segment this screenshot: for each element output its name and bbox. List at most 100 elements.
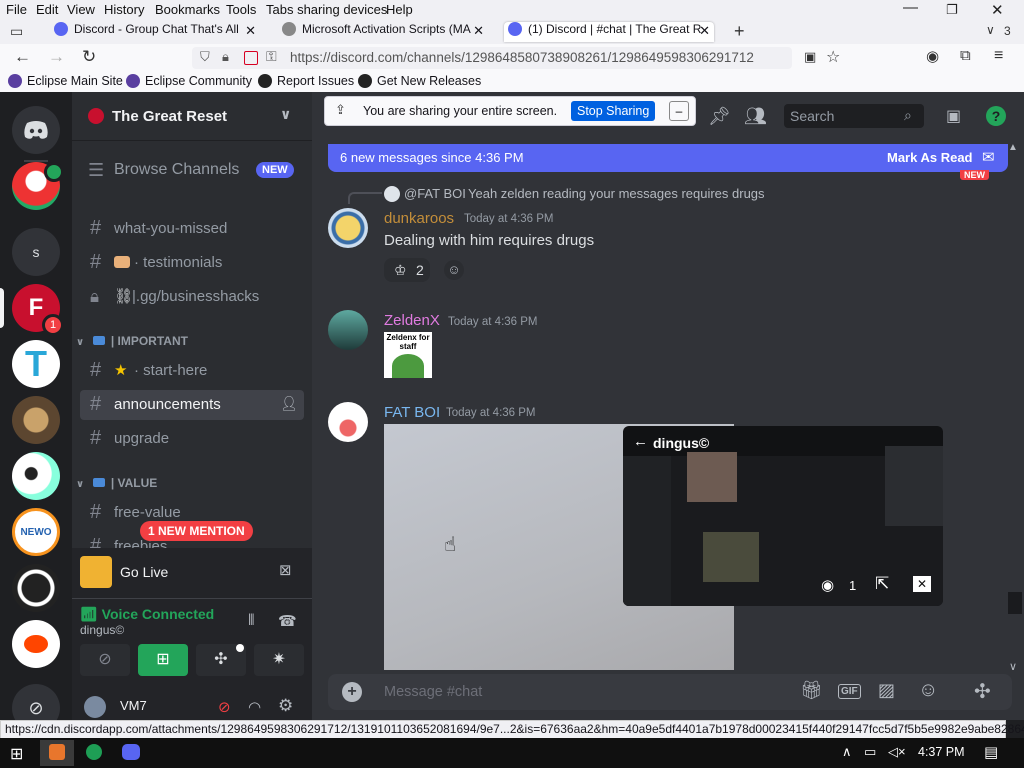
discord-app-icon[interactable] <box>122 744 140 760</box>
reader-view-icon[interactable]: ▣ <box>804 49 816 65</box>
tab-close-icon[interactable]: ✕ <box>699 23 710 39</box>
disconnect-icon[interactable]: ☎ <box>278 612 297 630</box>
close-window-icon[interactable]: ✕ <box>991 1 1004 19</box>
back-icon[interactable]: ← <box>14 47 31 67</box>
channel-businesshacks[interactable]: 🔒︎ ⛓ |.gg/businesshacks <box>80 282 304 312</box>
tray-chevron-icon[interactable]: ∧ <box>842 744 852 760</box>
inbox-icon[interactable]: ▣ <box>946 106 961 126</box>
pin-icon[interactable]: 📌︎ <box>708 106 731 127</box>
screen-share-active-button[interactable]: ⊞ <box>138 644 188 676</box>
stop-sharing-button[interactable]: Stop Sharing <box>571 101 656 121</box>
help-icon[interactable]: ? <box>986 106 1006 126</box>
new-mention-pill[interactable]: 1 NEW MENTION <box>140 521 253 541</box>
hide-banner-button[interactable]: – <box>669 101 689 121</box>
tab-overflow-chevron-icon[interactable]: ∨ <box>986 23 995 37</box>
add-reaction-icon[interactable]: ☺ <box>444 260 464 280</box>
channel-announcements[interactable]: # announcements 👤︎ <box>80 390 304 420</box>
emoji-icon[interactable]: ☺ <box>918 679 938 702</box>
clock[interactable]: 4:37 PM <box>918 745 965 759</box>
bookmark-report-issues[interactable]: Report Issues <box>258 74 354 88</box>
tab-discord-group-chat[interactable]: Discord - Group Chat That's All ✕ <box>54 22 260 42</box>
settings-gear-icon[interactable]: ⚙ <box>278 696 293 716</box>
avatar[interactable] <box>328 208 368 248</box>
message-username[interactable]: FAT BOI <box>384 404 440 421</box>
bookmark-get-new-releases[interactable]: Get New Releases <box>358 74 481 88</box>
channel-upgrade[interactable]: # upgrade <box>80 424 304 454</box>
channel-what-you-missed[interactable]: # what-you-missed <box>80 214 304 244</box>
category-value[interactable]: ∨ | VALUE <box>76 476 157 490</box>
key-icon[interactable]: ⚿ <box>266 48 277 65</box>
taskbar-app-eclipse[interactable] <box>40 740 74 766</box>
browser-app-icon[interactable] <box>86 744 102 760</box>
sticker-icon[interactable]: ▨ <box>878 680 895 701</box>
menu-history[interactable]: History <box>104 2 144 17</box>
scrollbar-thumb[interactable] <box>1008 592 1022 614</box>
stop-stream-icon[interactable]: ✕ <box>913 576 931 592</box>
members-icon[interactable]: 👥︎ <box>744 106 767 127</box>
screen-share-indicator-icon[interactable] <box>244 51 258 65</box>
category-important[interactable]: ∨ | IMPORTANT <box>76 334 188 348</box>
message-input[interactable]: Message #chat <box>384 684 482 700</box>
mic-muted-icon[interactable]: ⊘ <box>218 698 231 716</box>
gift-icon[interactable]: 🎁︎ <box>800 680 823 701</box>
channel-testimonials[interactable]: # · testimonials <box>80 248 304 278</box>
scroll-down-icon[interactable]: ∨ <box>1009 660 1017 673</box>
tab-activation-scripts[interactable]: Microsoft Activation Scripts (MA ✕ <box>282 22 488 42</box>
sticker-image[interactable]: Zeldenx for staff <box>384 332 432 378</box>
browse-channels[interactable]: ☰ Browse Channels NEW <box>80 155 304 187</box>
popout-icon[interactable]: ⇱ <box>875 574 889 594</box>
bookmark-eclipse-community[interactable]: Eclipse Community <box>126 74 252 88</box>
new-messages-bar[interactable]: 6 new messages since 4:36 PM Mark As Rea… <box>328 144 1008 172</box>
screen-share-icon[interactable]: ⊠ <box>279 561 292 579</box>
add-member-icon[interactable]: 👤︎ <box>280 395 298 412</box>
server-icon-s[interactable]: s <box>12 228 60 276</box>
tab-discord-chat-active[interactable]: (1) Discord | #chat | The Great R ✕ <box>504 22 714 42</box>
message-username[interactable]: dunkaroos <box>384 210 454 227</box>
windows-start-icon[interactable]: ⊞ <box>10 744 23 764</box>
stream-popout[interactable]: ← dingus© ◉ 1 ⇱ ✕ <box>623 426 943 606</box>
menu-edit[interactable]: Edit <box>36 2 58 17</box>
scroll-up-icon[interactable]: ▲ <box>1008 142 1018 153</box>
avatar[interactable] <box>84 696 106 718</box>
mark-as-read-button[interactable]: Mark As Read <box>887 150 973 165</box>
minimize-icon[interactable]: — <box>903 0 918 16</box>
reply-text[interactable]: Yeah zelden reading your messages requir… <box>468 186 765 201</box>
tab-list-icon[interactable]: ▭ <box>10 23 23 40</box>
reaction[interactable]: ♔ 2 <box>384 258 430 282</box>
voice-channel-name[interactable]: dingus© <box>80 623 124 637</box>
volume-muted-icon[interactable]: ◁× <box>888 744 906 760</box>
attach-plus-icon[interactable]: + <box>342 682 362 702</box>
bookmark-star-icon[interactable]: ☆ <box>826 47 840 67</box>
tab-close-icon[interactable]: ✕ <box>473 23 484 39</box>
reload-icon[interactable]: ↻ <box>82 47 96 67</box>
reply-user[interactable]: @FAT BOI <box>404 186 466 201</box>
avatar[interactable] <box>328 310 368 350</box>
maximize-icon[interactable]: ❐ <box>946 2 958 18</box>
bookmark-eclipse-main[interactable]: Eclipse Main Site <box>8 74 123 88</box>
menu-tools[interactable]: Tools <box>226 2 256 17</box>
noise-suppression-icon[interactable]: ⦀ <box>248 612 255 629</box>
tab-close-icon[interactable]: ✕ <box>245 23 256 39</box>
headphones-icon[interactable]: ◠ <box>248 698 261 716</box>
server-icon-newo[interactable]: NEWO <box>12 508 60 556</box>
url-bar[interactable]: ⛉ 🔒︎ ⚿ https://discord.com/channels/1298… <box>192 47 840 69</box>
gif-icon[interactable]: GIF <box>838 684 861 699</box>
back-arrow-icon[interactable]: ← <box>633 433 648 450</box>
camera-off-button[interactable]: ⊘ <box>80 644 130 676</box>
menu-file[interactable]: File <box>6 2 27 17</box>
lock-icon[interactable]: 🔒︎ <box>222 49 229 65</box>
chevron-down-icon[interactable]: ∨ <box>280 106 291 123</box>
hamburger-menu-icon[interactable]: ≡ <box>994 47 1003 65</box>
notifications-icon[interactable]: ▤ <box>984 743 998 761</box>
message-username[interactable]: ZeldenX <box>384 312 440 329</box>
server-icon-cartoon[interactable] <box>12 452 60 500</box>
server-icon-dog[interactable] <box>12 396 60 444</box>
url-text[interactable]: https://discord.com/channels/12986485807… <box>290 50 754 65</box>
network-icon[interactable]: ▭ <box>864 744 876 760</box>
avatar[interactable] <box>328 402 368 442</box>
soundboard-button[interactable]: ✷ <box>254 644 304 676</box>
channel-start-here[interactable]: # ★ · start-here <box>80 356 304 386</box>
discord-home-icon[interactable] <box>12 106 60 154</box>
apps-icon[interactable]: ✣ <box>974 679 991 704</box>
server-icon-reddit[interactable] <box>12 620 60 668</box>
